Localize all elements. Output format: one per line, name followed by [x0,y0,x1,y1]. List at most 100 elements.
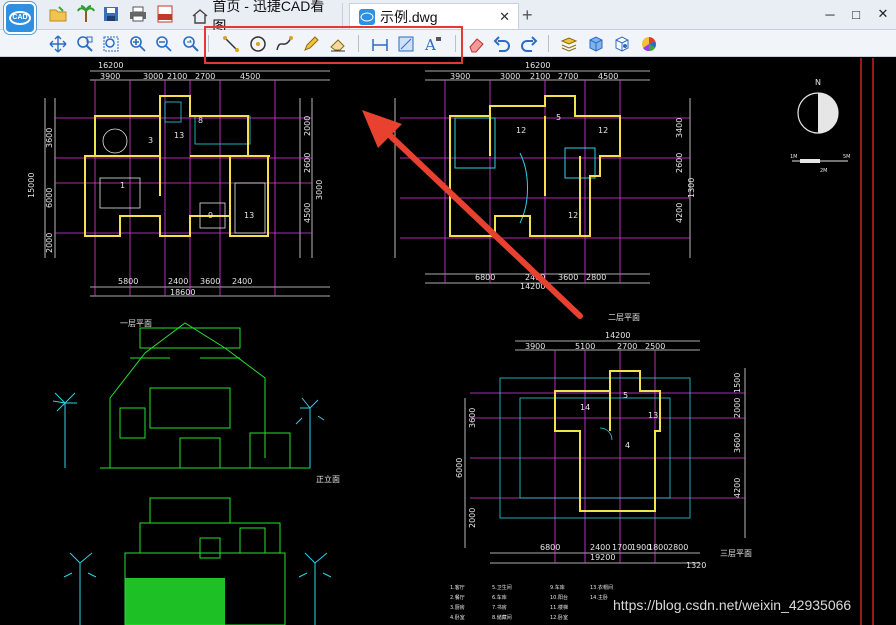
drawing-canvas[interactable]: 16200 3900 3000 2100 2700 4500 5800 2400… [0,58,896,625]
dim-text: 2400 [232,277,252,286]
minimize-button[interactable]: ─ [819,4,841,24]
maximize-button[interactable]: □ [845,4,867,24]
room-number: 13 [174,131,184,140]
room-number: 8 [198,116,203,125]
svg-text:10.阳台: 10.阳台 [550,594,568,601]
svg-text:6.车库: 6.车库 [492,594,507,601]
dim-text: 2800 [586,273,606,282]
svg-text:2M: 2M [820,168,828,174]
plan-title: 二层平面 [608,313,640,322]
dim-text: 2800 [668,543,688,552]
svg-text:5.卫生间: 5.卫生间 [492,584,512,591]
undo-icon[interactable] [491,33,512,54]
layers-icon[interactable] [558,33,579,54]
dim-text: 3600 [733,433,742,453]
room-number: 12 [516,126,526,135]
room-number: 5 [556,113,561,122]
dwg-file-icon [359,8,375,25]
room-number: 12 [598,126,608,135]
dim-text: 2000 [733,398,742,418]
dim-text: 4200 [733,478,742,498]
dim-text: 3400 [675,118,684,138]
room-number: 4 [625,441,630,450]
svg-text:14.主卧: 14.主卧 [590,594,608,601]
dim-text: 2500 [645,342,665,351]
redo-icon[interactable] [518,33,539,54]
north-arrow: N [797,78,839,134]
dim-text: 1700 [612,543,632,552]
zoom-in-icon[interactable] [127,33,148,54]
erase-icon[interactable] [465,33,486,54]
svg-text:7.书房: 7.书房 [492,604,507,611]
dim-text: 2000 [45,233,54,253]
dim-text: 18600 [170,288,195,297]
save-icon[interactable] [101,4,121,24]
dim-text: 15000 [27,173,36,198]
dim-text: 3000 [500,72,520,81]
dim-text: 2600 [303,153,312,173]
3d-view-icon[interactable] [611,33,632,54]
svg-text:1.客厅: 1.客厅 [450,584,465,591]
room-number: 13 [244,211,254,220]
dim-text: 3600 [200,277,220,286]
dim-text: 2000 [303,116,312,136]
svg-text:5M: 5M [843,154,851,160]
dim-text: 6800 [475,273,495,282]
svg-text:1M: 1M [790,154,798,160]
dim-text: 6800 [540,543,560,552]
dim-text: 1800 [648,543,668,552]
3d-box-icon[interactable] [585,33,606,54]
palm-tree-icon[interactable] [76,4,96,24]
dim-text: 4200 [675,203,684,223]
room-number: 13 [648,411,658,420]
print-icon[interactable] [128,4,148,24]
home-icon [192,9,208,24]
dim-text: 2700 [617,342,637,351]
color-wheel-icon[interactable] [638,33,659,54]
svg-text:12.卧室: 12.卧室 [550,614,568,621]
pan-icon[interactable] [47,33,68,54]
dim-text: 2600 [675,153,684,173]
svg-text:N: N [815,78,821,87]
room-number: 5 [623,391,628,400]
room-number: 12 [568,211,578,220]
zoom-out-icon[interactable] [153,33,174,54]
dim-text: 3900 [525,342,545,351]
room-number: 3 [148,136,153,145]
new-tab-button[interactable]: + [522,5,533,26]
open-folder-icon[interactable] [48,4,68,24]
app-logo[interactable]: CAD [4,2,36,34]
dim-text: 2100 [167,72,187,81]
dim-text: 4500 [303,203,312,223]
dim-text: 14200 [605,331,630,340]
close-window-button[interactable]: ✕ [872,4,894,24]
room-legend: 1.客厅 2.餐厅 3.厨房 4.卧室 5.卫生间 6.车库 7.书房 8.储藏… [450,584,613,621]
floor1-plan: 16200 3900 3000 2100 2700 4500 5800 2400… [27,61,330,328]
dim-text: 1300 [687,178,696,198]
app-logo-text: CAD [9,11,31,25]
svg-text:13.衣帽间: 13.衣帽间 [590,584,613,591]
dim-text: 4500 [598,72,618,81]
dim-text: 3600 [558,273,578,282]
dim-text: 1320 [686,561,706,570]
toolbar-separator [548,35,549,52]
dim-text: 6000 [45,188,54,208]
elevation-title: 正立面 [316,474,340,484]
plan-title: 三层平面 [720,549,752,558]
dim-text: 2700 [558,72,578,81]
room-number: 14 [580,403,590,412]
dim-text: 3000 [143,72,163,81]
dim-text: 6000 [455,458,464,478]
svg-text:11.楼梯: 11.楼梯 [550,604,568,611]
watermark: https://blog.csdn.net/weixin_42935066 [613,597,852,613]
dim-text: 16200 [98,61,123,70]
export-pdf-icon[interactable] [155,4,175,24]
svg-text:9.车库: 9.车库 [550,584,565,591]
zoom-window-icon[interactable] [74,33,95,54]
zoom-extents-icon[interactable] [100,33,121,54]
dim-text: 3000 [315,180,324,200]
scale-bar: 1M 5M 2M [790,154,851,174]
zoom-previous-icon[interactable] [180,33,201,54]
tab-close-button[interactable]: ✕ [499,9,510,25]
highlight-box [204,26,463,64]
